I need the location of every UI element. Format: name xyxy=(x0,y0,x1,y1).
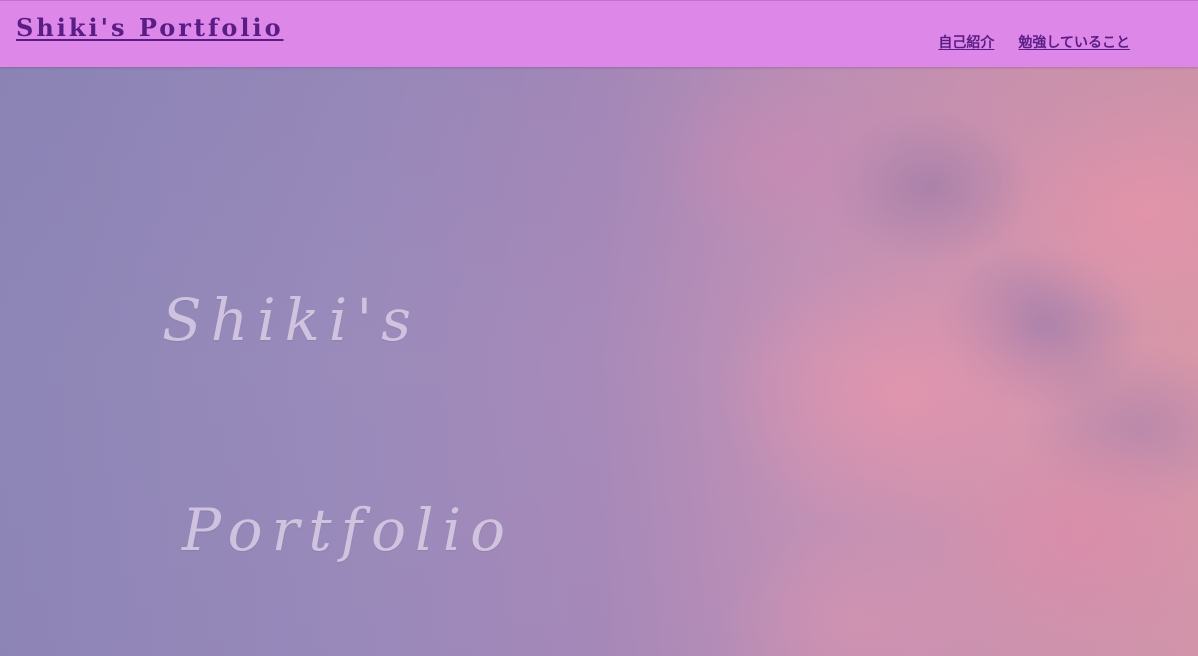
nav-link-about[interactable]: 自己紹介 xyxy=(938,32,994,52)
nav-link-studying[interactable]: 勉強していること xyxy=(1018,32,1130,52)
hero-section: Shiki's Portfolio xyxy=(0,67,1198,656)
main-nav: 自己紹介 勉強していること xyxy=(938,32,1130,52)
hero-title-line-1: Shiki's xyxy=(162,286,421,354)
site-title-link[interactable]: Shiki's Portfolio xyxy=(16,13,284,42)
sky-background-image xyxy=(0,67,1198,656)
page: Shiki's Portfolio 自己紹介 勉強していること Shiki's … xyxy=(0,0,1198,656)
site-header: Shiki's Portfolio 自己紹介 勉強していること xyxy=(0,0,1198,67)
hero-title-line-2: Portfolio xyxy=(182,496,515,564)
